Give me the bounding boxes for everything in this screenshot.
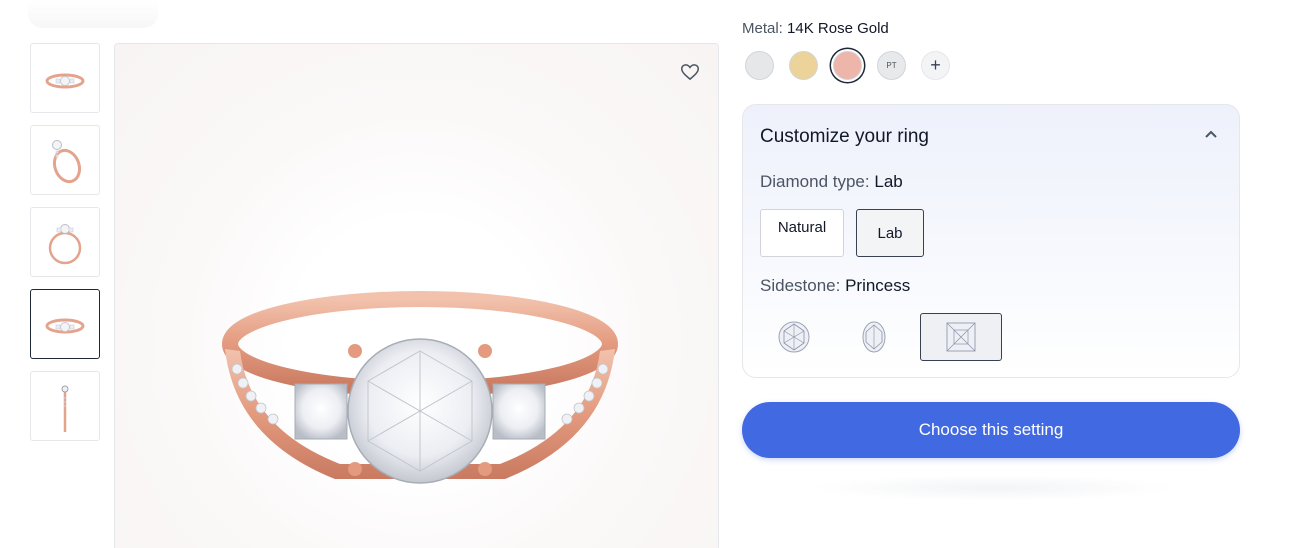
diamond-type-natural-button[interactable]: Natural — [760, 209, 844, 257]
top-fade — [28, 0, 158, 28]
wishlist-heart-icon[interactable] — [678, 60, 702, 84]
metal-swatch-platinum[interactable]: PT — [877, 51, 906, 80]
diamond-type-row: Diamond type: Lab — [760, 172, 903, 192]
sidestone-princess-button[interactable] — [920, 313, 1002, 361]
ring-profile-icon — [61, 385, 69, 432]
thumbnail-angled[interactable] — [30, 125, 100, 195]
sidestone-value: Princess — [845, 276, 911, 295]
sidestone-options — [760, 313, 1002, 361]
ring-side-icon — [48, 224, 82, 265]
metal-selected-value: 14K Rose Gold — [787, 20, 889, 37]
sidestone-round-button[interactable] — [760, 313, 828, 361]
thumbnail-list — [30, 43, 100, 453]
main-product-image — [114, 43, 719, 548]
princess-stone-icon — [946, 322, 976, 352]
customize-panel: Customize your ring Diamond type: Lab Na… — [742, 104, 1240, 378]
round-stone-icon — [778, 321, 810, 353]
ring-front-icon — [45, 73, 85, 89]
metal-swatches: PT + — [745, 51, 950, 80]
oval-stone-icon — [862, 321, 886, 353]
diamond-type-lab-button[interactable]: Lab — [856, 209, 924, 257]
metal-swatch-yellow-gold[interactable] — [789, 51, 818, 80]
ring-angled-icon — [52, 140, 82, 184]
diamond-type-options: Natural Lab — [760, 209, 924, 257]
cta-shadow — [810, 475, 1180, 501]
choose-setting-button[interactable]: Choose this setting — [742, 402, 1240, 458]
metal-swatch-white-gold[interactable] — [745, 51, 774, 80]
thumbnail-front-active[interactable] — [30, 289, 100, 359]
metal-swatch-rose-gold[interactable] — [833, 51, 862, 80]
sidestone-label: Sidestone: — [760, 276, 841, 295]
metal-swatch-more-button[interactable]: + — [921, 51, 950, 80]
thumbnail-profile[interactable] — [30, 371, 100, 441]
sidestone-oval-button[interactable] — [840, 313, 908, 361]
thumbnail-front[interactable] — [30, 43, 100, 113]
diamond-type-label: Diamond type: — [760, 172, 870, 191]
metal-label: Metal: — [742, 20, 783, 37]
metal-label-row: Metal: 14K Rose Gold — [742, 20, 889, 37]
thumbnail-side[interactable] — [30, 207, 100, 277]
sidestone-row: Sidestone: Princess — [760, 276, 910, 296]
ring-front-icon — [45, 318, 85, 334]
diamond-type-value: Lab — [874, 172, 903, 191]
chevron-up-icon[interactable] — [1203, 127, 1219, 143]
customize-title: Customize your ring — [760, 126, 929, 147]
ring-illustration — [222, 291, 618, 484]
